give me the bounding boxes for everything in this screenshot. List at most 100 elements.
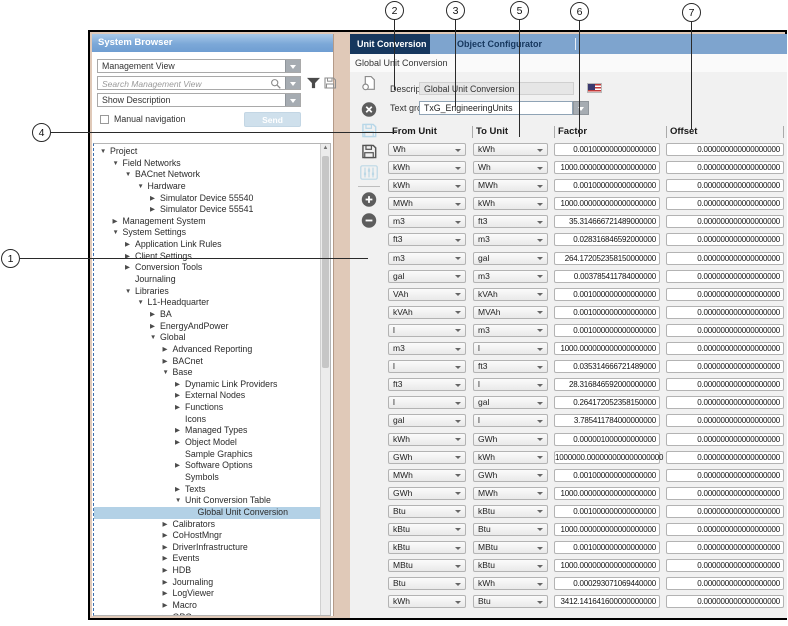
chevron-down-icon[interactable]: [285, 77, 300, 89]
tree-item[interactable]: ▼Base: [94, 367, 320, 379]
offset-input[interactable]: 0.000000000000000000: [666, 161, 784, 174]
tree-item[interactable]: ▶HDB: [94, 565, 320, 577]
tree-item[interactable]: ▶Dynamic Link Providers: [94, 379, 320, 391]
tree-item[interactable]: Icons: [94, 414, 320, 426]
offset-input[interactable]: 0.000000000000000000: [666, 378, 784, 391]
offset-input[interactable]: 0.000000000000000000: [666, 541, 784, 554]
tree-item[interactable]: ▶Software Options: [94, 460, 320, 472]
tree-expander-icon[interactable]: ▶: [150, 204, 160, 216]
tree-item[interactable]: ▶Functions: [94, 402, 320, 414]
offset-input[interactable]: 0.000000000000000000: [666, 252, 784, 265]
factor-input[interactable]: 35.314666721489000000: [554, 215, 660, 228]
from-unit-select[interactable]: Wh: [388, 143, 466, 156]
tree-item[interactable]: Global Unit Conversion: [94, 507, 320, 519]
to-unit-select[interactable]: kBtu: [473, 559, 548, 572]
tree-item[interactable]: ▶BACnet: [94, 356, 320, 368]
tree-item[interactable]: ▼BACnet Network: [94, 169, 320, 181]
to-unit-select[interactable]: MBtu: [473, 541, 548, 554]
offset-input[interactable]: 0.000000000000000000: [666, 523, 784, 536]
to-unit-select[interactable]: MWh: [473, 179, 548, 192]
to-unit-select[interactable]: kWh: [473, 143, 548, 156]
tree-item[interactable]: ▶CoHostMngr: [94, 530, 320, 542]
factor-input[interactable]: 0.000001000000000000: [554, 433, 660, 446]
tree-item[interactable]: ▼Global: [94, 332, 320, 344]
to-unit-select[interactable]: Btu: [473, 523, 548, 536]
tree-item[interactable]: ▶DriverInfrastructure: [94, 542, 320, 554]
tree-expander-icon[interactable]: ▼: [138, 297, 148, 309]
tree-item[interactable]: ▶Journaling: [94, 577, 320, 589]
from-unit-select[interactable]: m3: [388, 252, 466, 265]
tree-expander-icon[interactable]: ▼: [150, 332, 160, 344]
tree-item[interactable]: ▶Client Settings: [94, 251, 320, 263]
tree-item[interactable]: ▶Events: [94, 553, 320, 565]
to-unit-select[interactable]: MVAh: [473, 306, 548, 319]
from-unit-select[interactable]: Btu: [388, 505, 466, 518]
tree-item[interactable]: ▶Application Link Rules: [94, 239, 320, 251]
tree-expander-icon[interactable]: ▶: [163, 588, 173, 600]
factor-input[interactable]: 3412.141641600000000000: [554, 595, 660, 608]
factor-input[interactable]: 1000000.000000000000000000: [554, 451, 660, 464]
tree-expander-icon[interactable]: ▶: [175, 402, 185, 414]
tree-expander-icon[interactable]: ▶: [163, 553, 173, 565]
tree-item[interactable]: ▶Management System: [94, 216, 320, 228]
search-field[interactable]: [97, 76, 301, 90]
factor-input[interactable]: 1000.000000000000000000: [554, 161, 660, 174]
to-unit-select[interactable]: kWh: [473, 577, 548, 590]
tree-expander-icon[interactable]: ▼: [175, 495, 185, 507]
from-unit-select[interactable]: gal: [388, 414, 466, 427]
factor-input[interactable]: 0.001000000000000000: [554, 306, 660, 319]
tree-expander-icon[interactable]: ▼: [100, 146, 110, 158]
tree-expander-icon[interactable]: ▶: [125, 239, 135, 251]
factor-input[interactable]: 0.000293071069440000: [554, 577, 660, 590]
tree-item[interactable]: ▶Object Model: [94, 437, 320, 449]
factor-input[interactable]: 0.001000000000000000: [554, 288, 660, 301]
from-unit-select[interactable]: MWh: [388, 469, 466, 482]
tree-expander-icon[interactable]: ▶: [163, 344, 173, 356]
tree-expander-icon[interactable]: ▶: [175, 484, 185, 496]
to-unit-select[interactable]: kVAh: [473, 288, 548, 301]
tree-expander-icon[interactable]: ▶: [150, 321, 160, 333]
manual-navigation-checkbox[interactable]: [100, 115, 109, 124]
chevron-down-icon[interactable]: [285, 94, 300, 106]
tree-item[interactable]: ▶Simulator Device 55541: [94, 204, 320, 216]
factor-input[interactable]: 1000.000000000000000000: [554, 197, 660, 210]
offset-input[interactable]: 0.000000000000000000: [666, 197, 784, 210]
tree-item[interactable]: ▶BA: [94, 309, 320, 321]
to-unit-select[interactable]: kWh: [473, 451, 548, 464]
to-unit-select[interactable]: l: [473, 378, 548, 391]
factor-input[interactable]: 1000.000000000000000000: [554, 523, 660, 536]
offset-input[interactable]: 0.000000000000000000: [666, 505, 784, 518]
description-selector[interactable]: Show Description: [97, 93, 301, 107]
tree-expander-icon[interactable]: ▶: [175, 437, 185, 449]
tree-item[interactable]: ▼Unit Conversion Table: [94, 495, 320, 507]
offset-input[interactable]: 0.000000000000000000: [666, 559, 784, 572]
from-unit-select[interactable]: ft3: [388, 233, 466, 246]
add-icon[interactable]: [360, 191, 378, 208]
from-unit-select[interactable]: kWh: [388, 433, 466, 446]
offset-input[interactable]: 0.000000000000000000: [666, 433, 784, 446]
tree-item[interactable]: ▼Hardware: [94, 181, 320, 193]
factor-input[interactable]: 0.264172052358150000: [554, 396, 660, 409]
tree-item[interactable]: ▼Field Networks: [94, 158, 320, 170]
tree-item[interactable]: ▼L1-Headquarter: [94, 297, 320, 309]
to-unit-select[interactable]: gal: [473, 252, 548, 265]
tree-expander-icon[interactable]: ▶: [150, 309, 160, 321]
tree-item[interactable]: ▼Libraries: [94, 286, 320, 298]
offset-input[interactable]: 0.000000000000000000: [666, 360, 784, 373]
from-unit-select[interactable]: GWh: [388, 451, 466, 464]
to-unit-select[interactable]: kBtu: [473, 505, 548, 518]
tree-expander-icon[interactable]: ▼: [113, 227, 123, 239]
tree-expander-icon[interactable]: ▶: [163, 612, 173, 615]
offset-input[interactable]: 0.000000000000000000: [666, 306, 784, 319]
factor-input[interactable]: 0.001000000000000000: [554, 541, 660, 554]
tree-item[interactable]: ▶Macro: [94, 600, 320, 612]
tree-item[interactable]: Sample Graphics: [94, 449, 320, 461]
factor-input[interactable]: 28.316846592000000000: [554, 378, 660, 391]
tree-expander-icon[interactable]: ▶: [175, 425, 185, 437]
tree-item[interactable]: ▶Simulator Device 55540: [94, 193, 320, 205]
tree-item[interactable]: ▶Conversion Tools: [94, 262, 320, 274]
factor-input[interactable]: 0.003785411784000000: [554, 270, 660, 283]
chevron-down-icon[interactable]: [573, 101, 589, 115]
to-unit-select[interactable]: Wh: [473, 161, 548, 174]
from-unit-select[interactable]: Btu: [388, 577, 466, 590]
